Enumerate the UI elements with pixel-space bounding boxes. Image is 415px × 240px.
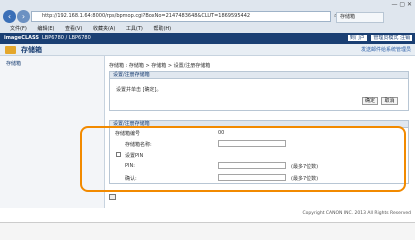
printer-name: LBP6780 / LBP6780 <box>42 35 91 41</box>
status-bar <box>0 222 415 240</box>
highlight-callout <box>80 126 406 192</box>
menu-favorites[interactable]: 收藏夹(A) <box>93 26 115 32</box>
copyright-text: Copyright CANON INC. 2013 All Rights Res… <box>302 211 411 216</box>
brand-name: imageCLASS <box>4 35 39 41</box>
cancel-button[interactable]: 取消 <box>381 97 398 105</box>
instruction-text: 设置并单击 [确定]。 <box>116 87 162 93</box>
browser-menu: 文件(F) 编辑(E) 查看(V) 收藏夹(A) 工具(T) 帮助(H) <box>0 25 415 33</box>
breadcrumb: 存储箱 : 存储箱 > 存储箱 > 设置/注册存储箱 <box>109 63 211 69</box>
section-title: 设置/注册存储箱 <box>110 72 408 79</box>
folder-icon <box>5 46 16 54</box>
page-title-bar: 存储箱 发送邮件给系统管理员 <box>0 44 415 56</box>
sidebar-item-box[interactable]: 存储箱 <box>0 56 104 71</box>
menu-view[interactable]: 查看(V) <box>65 26 82 32</box>
ok-button[interactable]: 确定 <box>362 97 378 105</box>
menu-tools[interactable]: 工具(T) <box>126 26 143 32</box>
address-bar[interactable]: http://192.168.1.64:8000/rps/bpmop.cgi?B… <box>31 11 331 22</box>
portal-link[interactable]: 到门户 <box>347 35 367 41</box>
browser-chrome: ‹ › http://192.168.1.64:8000/rps/bpmop.c… <box>0 0 415 33</box>
back-button[interactable]: ‹ <box>3 10 16 23</box>
browser-tab[interactable]: 存储箱 <box>336 12 384 23</box>
forward-button[interactable]: › <box>17 10 30 23</box>
page-icon[interactable] <box>109 194 116 200</box>
window-controls[interactable]: — ▢ ✕ <box>391 1 412 8</box>
page-title: 存储箱 <box>21 46 42 54</box>
admin-link[interactable]: 管理员模式 注销 <box>371 35 412 41</box>
menu-file[interactable]: 文件(F) <box>10 26 27 32</box>
email-admin-link[interactable]: 发送邮件给系统管理员 <box>361 44 411 56</box>
settings-section: 设置/注册存储箱 设置并单击 [确定]。 确定 取消 <box>109 71 409 111</box>
header-links: 到门户 管理员模式 注销 <box>345 33 412 44</box>
menu-help[interactable]: 帮助(H) <box>153 26 171 32</box>
menu-edit[interactable]: 编辑(E) <box>37 26 54 32</box>
app-header: imageCLASS LBP6780 / LBP6780 到门户 管理员模式 注… <box>0 33 415 44</box>
